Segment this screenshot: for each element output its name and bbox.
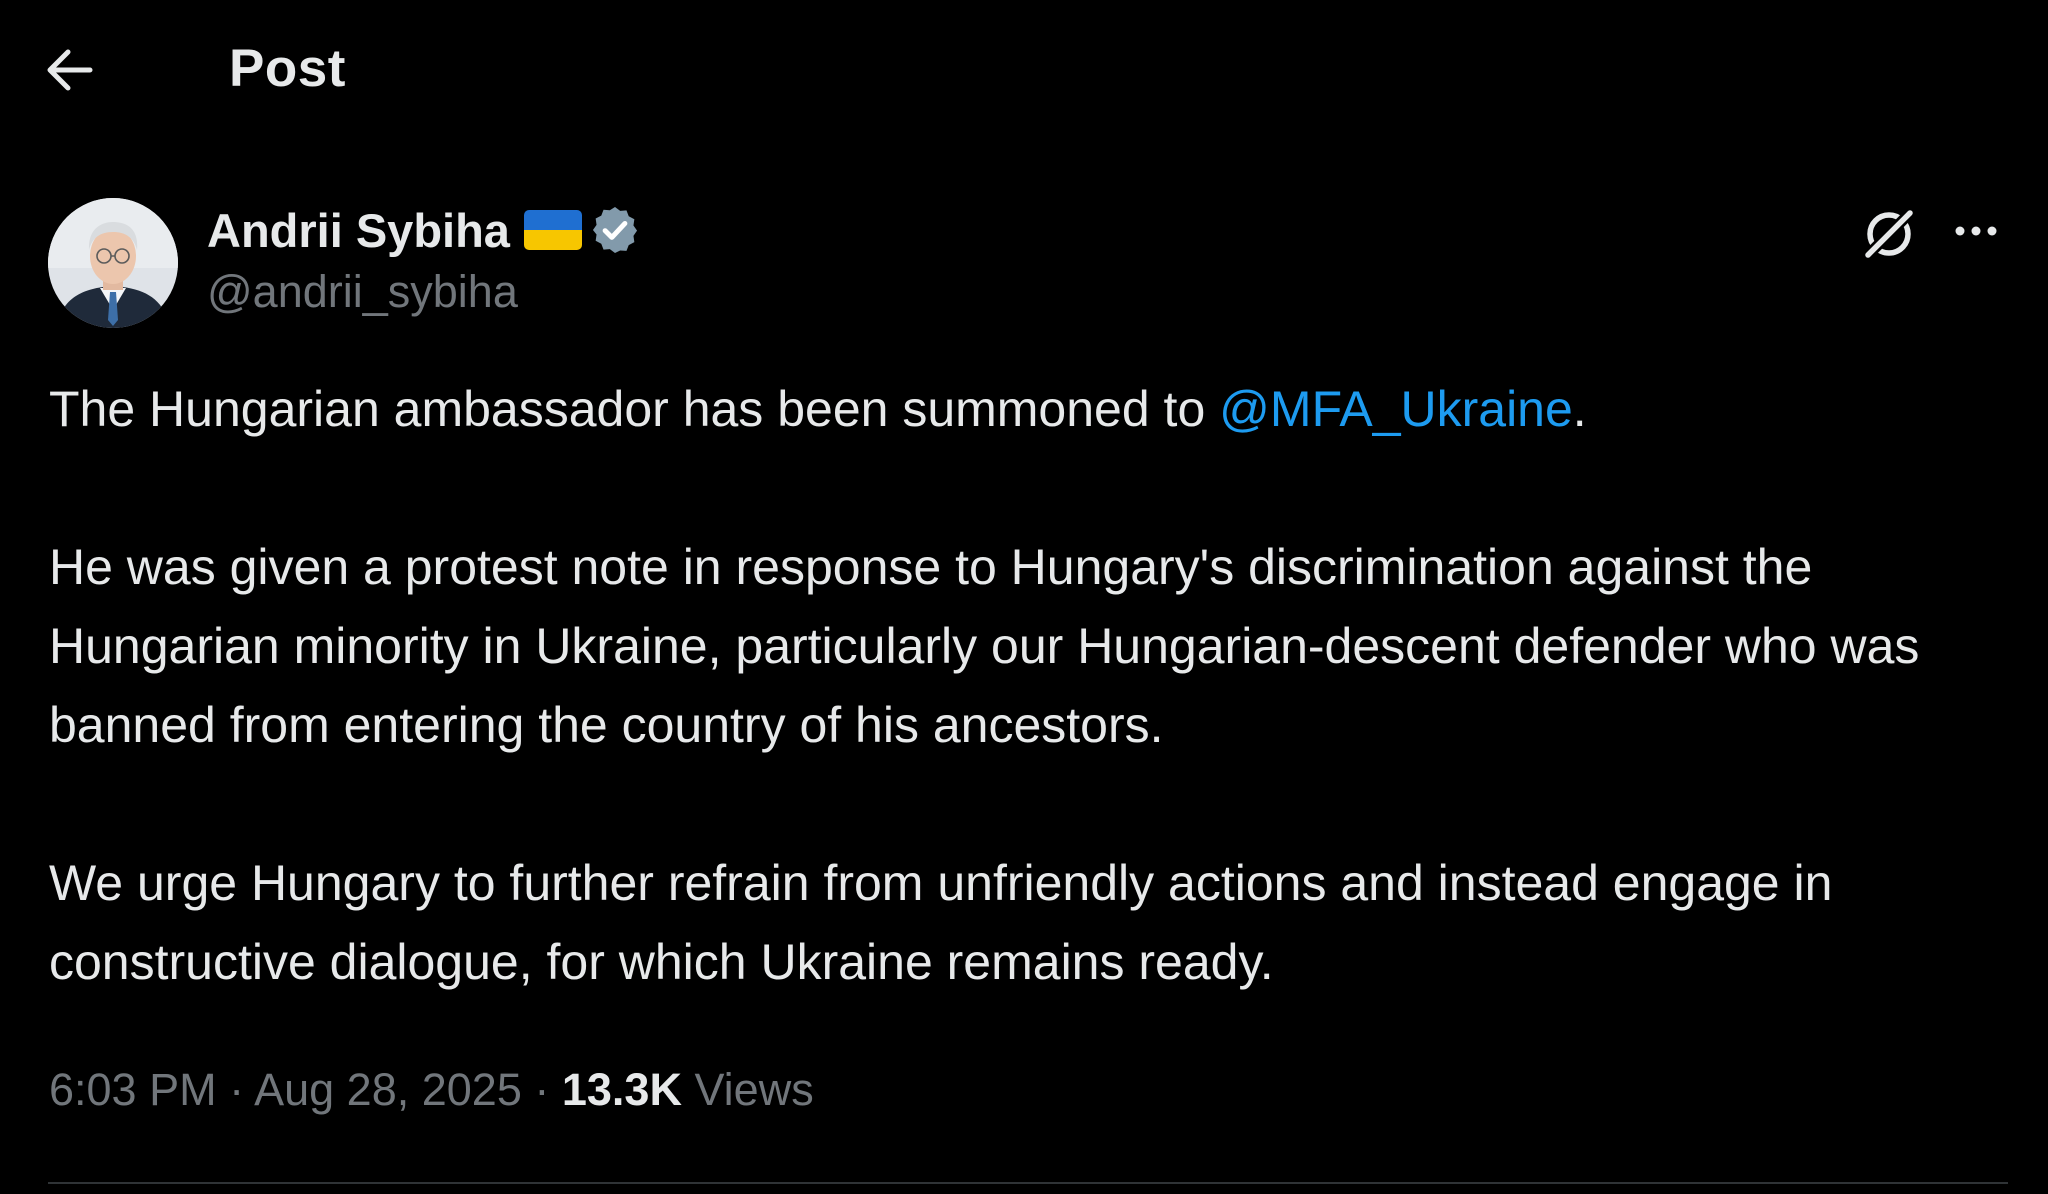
display-name[interactable]: Andrii Sybiha xyxy=(207,203,510,258)
arrow-left-icon xyxy=(44,48,94,97)
views-label: Views xyxy=(694,1064,814,1115)
grok-icon xyxy=(1858,207,1920,269)
back-button[interactable] xyxy=(44,44,116,100)
mention-link[interactable]: @MFA_Ukraine xyxy=(1219,381,1573,437)
avatar[interactable] xyxy=(48,198,178,328)
verified-badge-icon[interactable] xyxy=(588,203,642,257)
meta-separator: · xyxy=(216,1064,255,1115)
post-time[interactable]: 6:03 PM xyxy=(49,1064,217,1115)
top-bar: Post xyxy=(0,0,2048,145)
post-meta: 6:03 PM · Aug 28, 2025 · 13.3K Views xyxy=(49,1064,814,1116)
page-title: Post xyxy=(229,39,346,98)
post-paragraph-1: The Hungarian ambassador has been summon… xyxy=(49,381,1587,437)
meta-separator: · xyxy=(521,1064,562,1115)
author-handle[interactable]: @andrii_sybiha xyxy=(207,266,642,318)
grok-button[interactable] xyxy=(1858,203,1920,265)
more-horizontal-icon xyxy=(1946,226,2008,269)
author-name-row: Andrii Sybiha xyxy=(207,200,642,260)
views-count[interactable]: 13.3K xyxy=(562,1064,682,1115)
post-paragraph-2: He was given a protest note in response … xyxy=(49,539,1920,753)
divider xyxy=(48,1182,2008,1184)
author-block: Andrii Sybiha @andrii_sybiha xyxy=(207,200,642,318)
more-button[interactable] xyxy=(1946,203,2008,265)
ukraine-flag-icon xyxy=(523,210,582,250)
post-date[interactable]: Aug 28, 2025 xyxy=(254,1064,522,1115)
post-paragraph-3: We urge Hungary to further refrain from … xyxy=(49,855,1833,990)
post-body: The Hungarian ambassador has been summon… xyxy=(49,370,2009,1002)
